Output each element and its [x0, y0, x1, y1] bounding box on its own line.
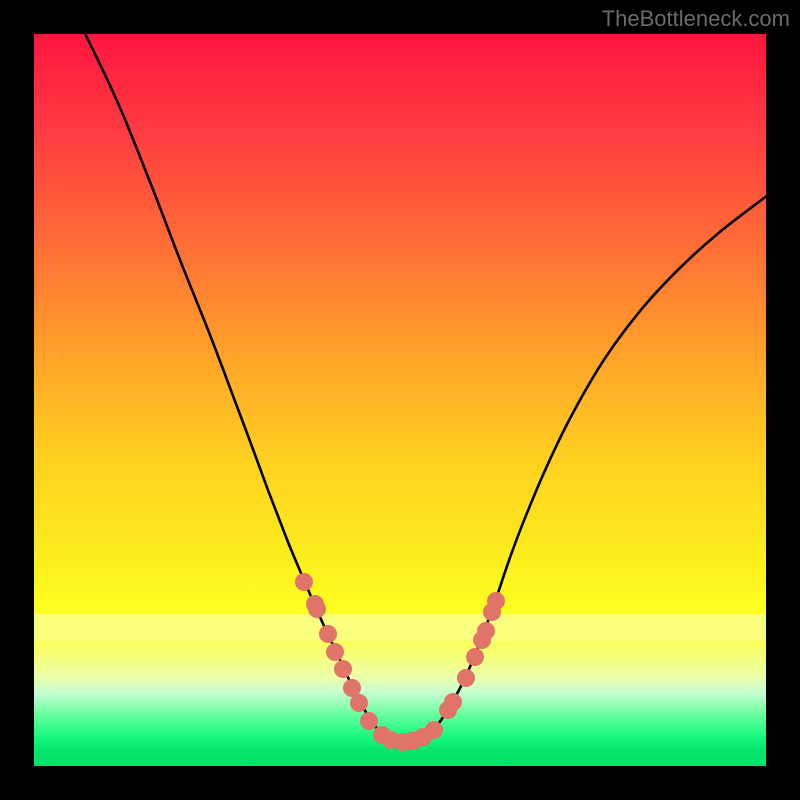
curve-svg [34, 34, 766, 766]
data-marker [326, 643, 344, 661]
data-marker [425, 721, 443, 739]
data-marker [487, 592, 505, 610]
data-marker [360, 712, 378, 730]
data-marker [466, 648, 484, 666]
watermark-text: TheBottleneck.com [602, 6, 790, 32]
data-marker [477, 622, 495, 640]
data-marker [444, 693, 462, 711]
data-marker [457, 669, 475, 687]
data-marker [308, 600, 326, 618]
bottleneck-curve [85, 34, 766, 742]
data-marker [319, 625, 337, 643]
data-marker [350, 694, 368, 712]
chart-container: TheBottleneck.com [0, 0, 800, 800]
plot-area [34, 34, 766, 766]
data-marker [295, 573, 313, 591]
data-marker [334, 660, 352, 678]
